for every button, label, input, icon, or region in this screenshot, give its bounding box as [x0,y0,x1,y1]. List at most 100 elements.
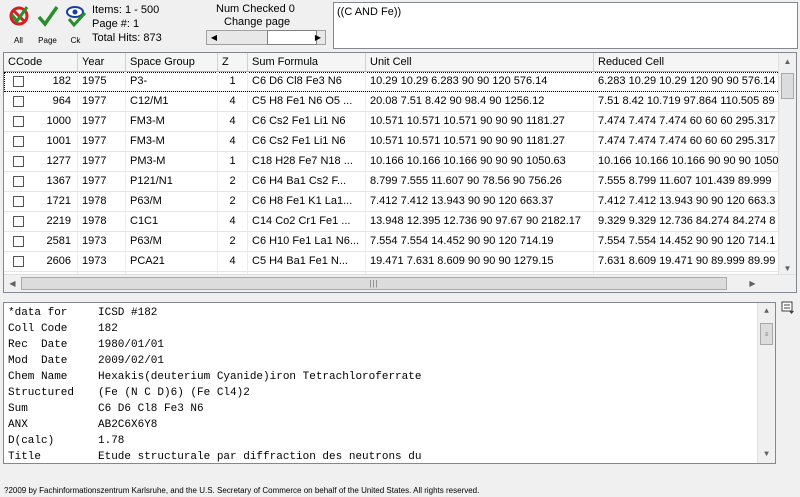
cell-sum-formula: C6 Cs2 Fe1 Li1 N6 [248,112,366,131]
query-field[interactable]: ((C AND Fe)) [333,2,798,49]
detail-value: ICSD #182 [98,307,158,319]
detail-key: ANX [8,419,28,431]
col-sum-formula[interactable]: Sum Formula [248,53,366,71]
cell-sum-formula: C6 H10 Fe1 La1 N6... [248,232,366,251]
cell-space-group: C1C1 [126,212,218,231]
select-page-button[interactable]: Page [34,2,61,48]
cell-year: 1978 [78,212,126,231]
detail-key: *data for [8,307,68,319]
cell-unit-cell: 20.08 7.51 8.42 90 98.4 90 1256.12 [366,92,594,111]
table-row[interactable]: 2219 1978 C1C1 4 C14 Co2 Cr1 Fe1 ... 13.948 1… [4,212,780,232]
cell-reduced-cell: 7.631 8.609 19.471 90 89.999 89.99 [594,252,780,271]
cell-reduced-cell: 7.555 8.799 11.607 101.439 89.999 [594,172,780,191]
col-unit-cell[interactable]: Unit Cell [366,53,594,71]
cell-reduced-cell: 6.283 10.29 10.29 120 90 90 576.14 [594,72,780,91]
cell-unit-cell: 10.166 10.166 10.166 90 90 90 1050.63 [366,152,594,171]
table-row[interactable]: 2606 1973 PCA21 4 C5 H4 Ba1 Fe1 N... 19.471 7… [4,252,780,272]
page-scroll-thumb[interactable] [267,30,317,45]
page-number: Page #: 1 [92,18,140,30]
table-row[interactable]: 1000 1977 FM3-M 4 C6 Cs2 Fe1 Li1 N6 10.571 10… [4,112,780,132]
cell-year: 1977 [78,152,126,171]
scroll-up-icon[interactable]: ▲ [779,53,796,70]
cell-z: 4 [218,112,248,131]
row-checkbox[interactable] [13,136,24,147]
cell-year: 1977 [78,112,126,131]
cell-z: 2 [218,232,248,251]
cell-sum-formula: C14 Co2 Cr1 Fe1 ... [248,212,366,231]
page-next-icon[interactable]: ▶ [311,31,325,44]
detail-value: 1980/01/01 [98,339,165,351]
cell-z: 1 [218,152,248,171]
row-checkbox[interactable] [13,216,24,227]
detail-line: ANX AB2C6X6Y8 [8,417,157,433]
cell-unit-cell: 10.571 10.571 10.571 90 90 90 1181.27 [366,132,594,151]
record-detail-text[interactable]: *data for ICSD #182 Coll Code 182 Rec Date 19… [3,302,776,464]
detail-scroll-up-icon[interactable]: ▲ [758,303,775,320]
detail-value: 182 [98,323,118,335]
table-row[interactable]: 182 1975 P3- 1 C6 D6 Cl8 Fe3 N6 10.29 10.29 6… [4,72,780,92]
detail-vscroll-thumb[interactable]: ≡ [760,323,773,345]
row-checkbox[interactable] [13,236,24,247]
select-page-label: Page [38,36,57,45]
row-checkbox[interactable] [13,156,24,167]
row-checkbox[interactable] [13,196,24,207]
cell-z: 4 [218,132,248,151]
grid-vscroll-thumb[interactable] [781,73,794,99]
col-space-group[interactable]: Space Group [126,53,218,71]
col-year[interactable]: Year [78,53,126,71]
grid-horizontal-scrollbar[interactable]: ◀ ||| ▶ [4,274,796,292]
table-row[interactable]: 1277 1977 PM3-M 1 C18 H28 Fe7 N18 ... 10.166 … [4,152,780,172]
page-scrollbar[interactable]: ◀ ▶ [206,30,326,45]
row-checkbox[interactable] [13,96,24,107]
select-all-button[interactable]: All [5,2,32,48]
row-checkbox[interactable] [13,76,24,87]
detail-value: AB2C6X6Y8 [98,419,158,431]
detail-value: C6 D6 Cl8 Fe3 N6 [98,403,204,415]
cell-unit-cell: 7.412 7.412 13.943 90 90 120 663.37 [366,192,594,211]
cell-reduced-cell: 9.329 9.329 12.736 84.274 84.274 8 [594,212,780,231]
scroll-right-icon[interactable]: ▶ [744,275,761,292]
detail-scroll-down-icon[interactable]: ▼ [758,446,775,463]
cell-sum-formula: C6 H8 Fe1 K1 La1... [248,192,366,211]
view-toggle-button[interactable] [779,299,797,317]
table-row[interactable]: 964 1977 C12/M1 4 C5 H8 Fe1 N6 O5 ... 20.08 7… [4,92,780,112]
cell-z: 2 [218,192,248,211]
detail-key: Sum [8,403,28,415]
change-page-label: Change page [224,16,291,28]
detail-line: Chem Name Hexakis(deuterium Cyanide)iron … [8,369,421,385]
table-row[interactable]: 1367 1977 P121/N1 2 C6 H4 Ba1 Cs2 F... 8.799 … [4,172,780,192]
table-row[interactable]: 2581 1973 P63/M 2 C6 H10 Fe1 La1 N6... 7.554 … [4,232,780,252]
grid-vertical-scrollbar[interactable]: ▲ ▼ [778,53,796,277]
cell-sum-formula: C5 H8 Fe1 N6 O5 ... [248,92,366,111]
grid-header: CCode Year Space Group Z Sum Formula Uni… [4,53,780,72]
row-checkbox[interactable] [13,176,24,187]
row-checkbox[interactable] [13,256,24,267]
col-ccode[interactable]: CCode [4,53,78,71]
detail-line: Structured (Fe (N C D)6) (Fe Cl4)2 [8,385,250,401]
row-checkbox[interactable] [13,116,24,127]
cell-space-group: PCA21 [126,252,218,271]
cell-unit-cell: 10.29 10.29 6.283 90 90 120 576.14 [366,72,594,91]
col-z[interactable]: Z [218,53,248,71]
grid-hscroll-thumb[interactable]: ||| [21,277,727,290]
cell-year: 1973 [78,252,126,271]
copyright-footer: ?2009 by Fachinformationszentrum Karlsru… [4,486,480,495]
detail-value: Etude structurale par diffraction des ne… [98,451,422,463]
cell-space-group: FM3-M [126,112,218,131]
checkmark-icon [36,2,60,30]
detail-line: Coll Code 182 [8,321,118,337]
scroll-left-icon[interactable]: ◀ [4,275,21,292]
detail-vertical-scrollbar[interactable]: ▲ ≡ ▼ [757,303,775,463]
col-reduced-cell[interactable]: Reduced Cell [594,53,780,71]
select-all-label: All [14,36,23,45]
detail-key: Chem Name [8,371,68,383]
table-row[interactable]: 1721 1978 P63/M 2 C6 H8 Fe1 K1 La1... 7.412 7… [4,192,780,212]
cell-space-group: P121/N1 [126,172,218,191]
cell-unit-cell: 10.571 10.571 10.571 90 90 90 1181.27 [366,112,594,131]
table-row[interactable]: 1001 1977 FM3-M 4 C6 Cs2 Fe1 Li1 N6 10.571 10… [4,132,780,152]
cell-z: 1 [218,72,248,91]
check-button[interactable]: Ck [62,2,89,48]
page-prev-icon[interactable]: ◀ [207,31,221,44]
cell-year: 1973 [78,232,126,251]
cell-reduced-cell: 7.51 8.42 10.719 97.864 110.505 89 [594,92,780,111]
